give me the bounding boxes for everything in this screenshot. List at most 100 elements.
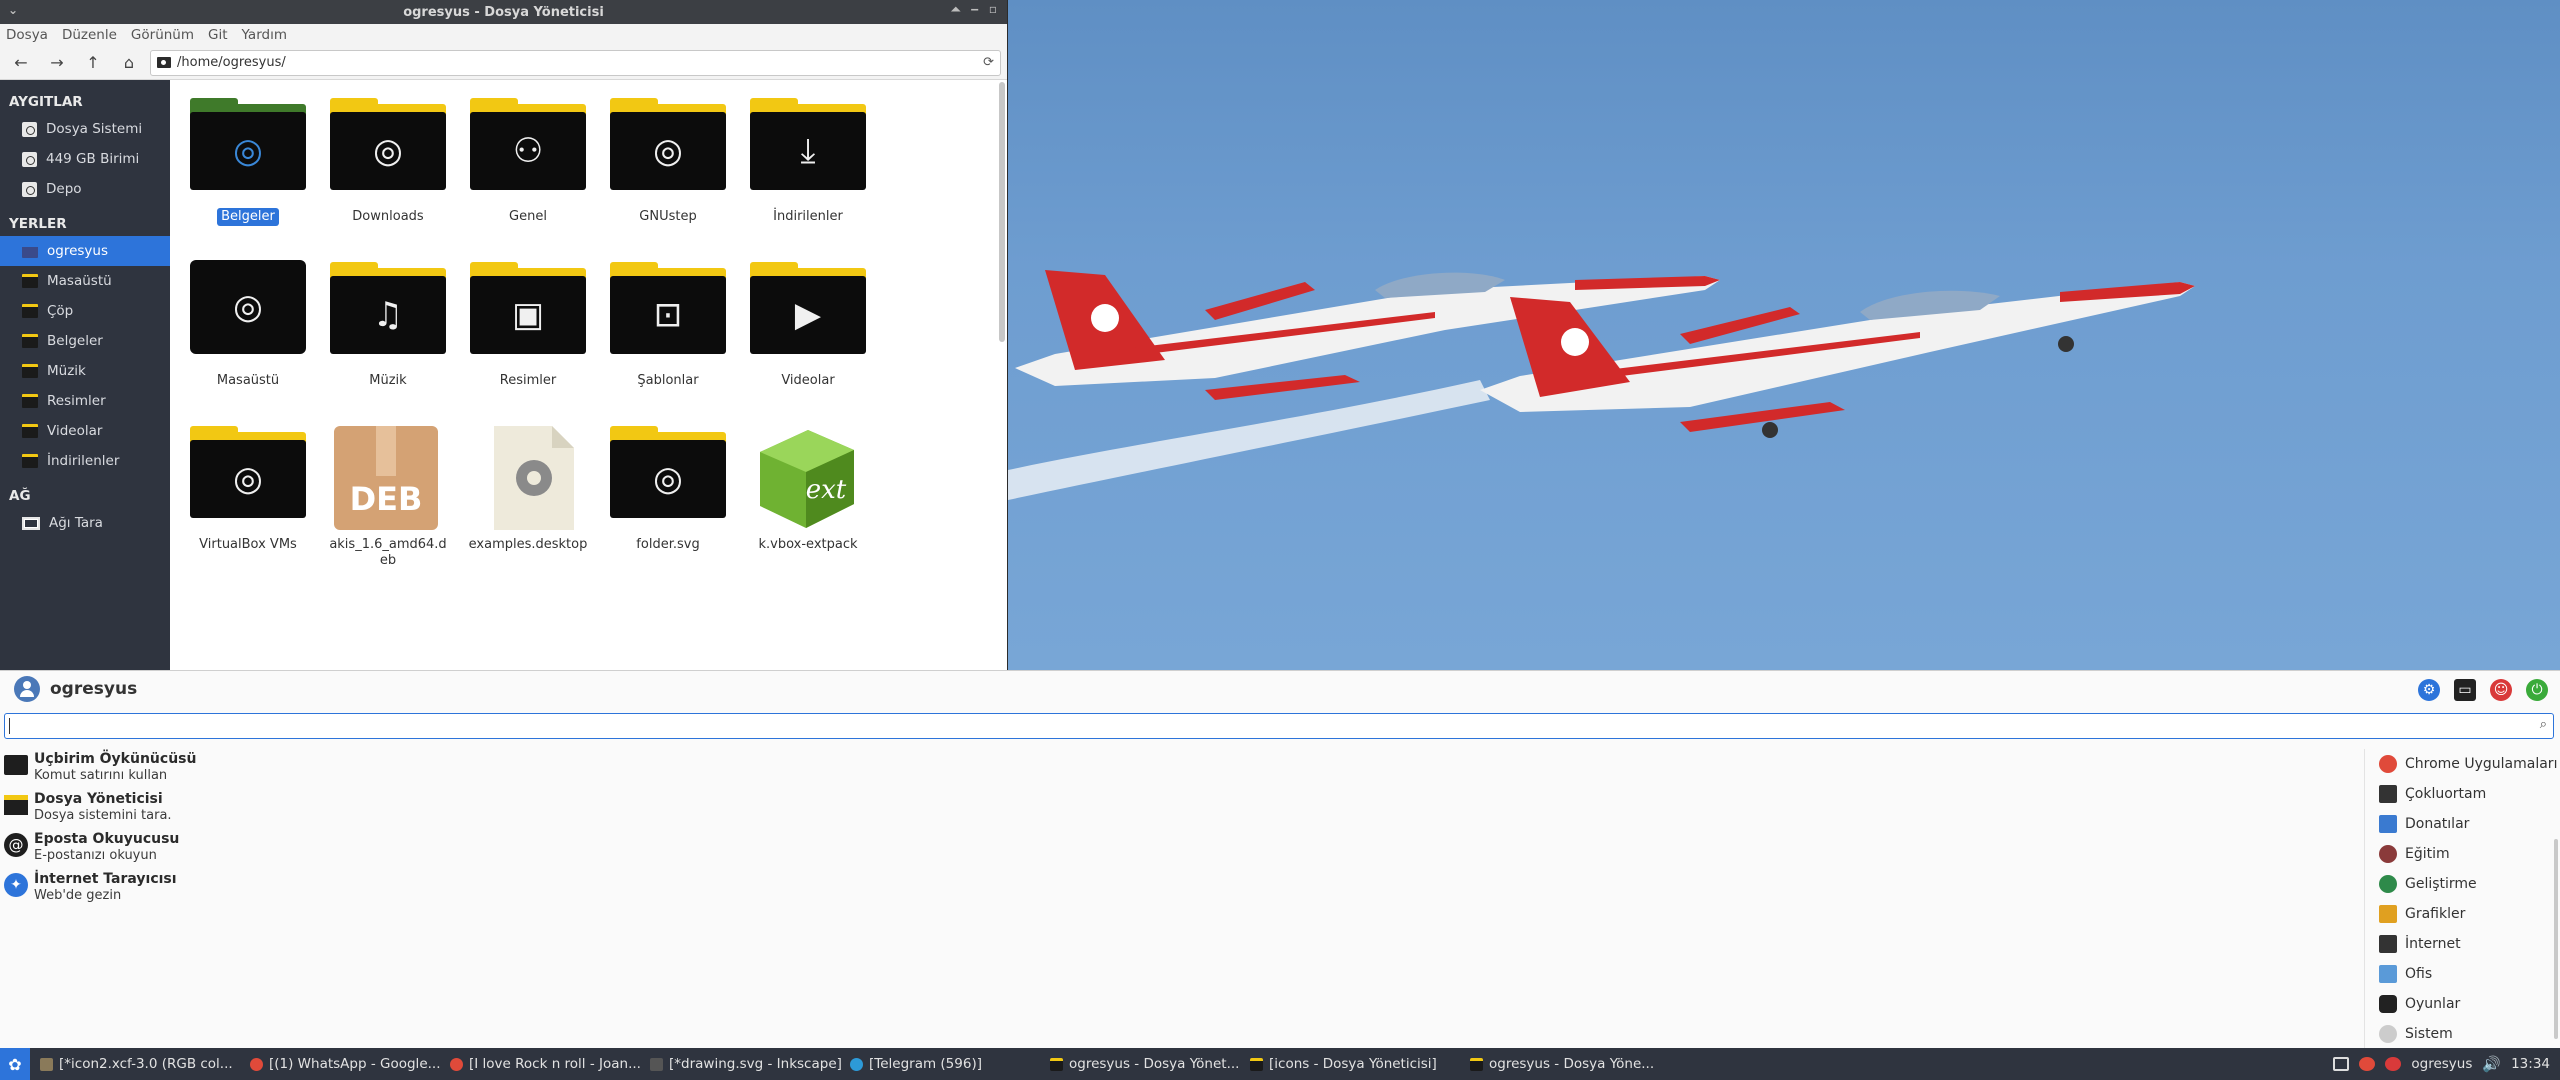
category-label: Geliştirme [2405, 876, 2477, 892]
file-item[interactable]: ⤓ İndirilenler [738, 94, 878, 252]
search-input[interactable]: ⌕ [4, 713, 2554, 739]
task-button[interactable]: [icons - Dosya Yöneticisi] [1240, 1048, 1460, 1080]
desktop-file-gear-icon [494, 426, 574, 530]
folder-desktop-icon: ◎ [190, 260, 306, 354]
category-multimedia[interactable]: Çokluortam [2365, 779, 2560, 809]
switch-user-icon[interactable]: ☺ [2490, 679, 2512, 701]
sidebar-item-downloads[interactable]: İndirilenler [0, 446, 170, 476]
sidebar-item-volume[interactable]: 449 GB Birimi [0, 144, 170, 174]
category-graphics[interactable]: Grafikler [2365, 899, 2560, 929]
window-shade-icon[interactable]: ⏶ [951, 2, 961, 17]
settings-gear-icon[interactable]: ⚙ [2418, 679, 2440, 701]
logout-power-icon[interactable]: ⏻ [2526, 679, 2548, 701]
file-item[interactable]: ◎ Belgeler [178, 94, 318, 252]
start-menu-button[interactable]: ✿ [0, 1048, 30, 1080]
category-games[interactable]: Oyunlar [2365, 989, 2560, 1019]
menu-username: ogresyus [50, 679, 138, 699]
category-chrome-apps[interactable]: Chrome Uygulamaları [2365, 749, 2560, 779]
category-internet[interactable]: İnternet [2365, 929, 2560, 959]
home-icon[interactable]: ⌂ [114, 50, 144, 76]
menu-view[interactable]: Görünüm [131, 27, 194, 43]
sidebar-item-browse-network[interactable]: Ağı Tara [0, 508, 170, 538]
window-maximize-button[interactable]: ▫ [989, 2, 997, 17]
display-icon[interactable] [2333, 1057, 2350, 1071]
file-item[interactable]: ◎ folder.svg [598, 422, 738, 580]
user-tray-icon[interactable] [2385, 1057, 2402, 1071]
sidebar-item-desktop[interactable]: Masaüstü [0, 266, 170, 296]
category-accessories[interactable]: Donatılar [2365, 809, 2560, 839]
file-item[interactable]: DEB akis_1.6_amd64.deb [318, 422, 458, 580]
sidebar-item-pictures[interactable]: Resimler [0, 386, 170, 416]
menu-header: ogresyus [0, 671, 2560, 707]
categories-scrollbar[interactable] [2554, 839, 2558, 1039]
clock[interactable]: 13:34 [2511, 1056, 2550, 1072]
window-titlebar[interactable]: ⌄ ogresyus - Dosya Yöneticisi ⏶ ‒ ▫ [0, 0, 1007, 24]
file-item[interactable]: ♫ Müzik [318, 258, 458, 416]
task-label: ogresyus - Dosya Yöne... [1489, 1056, 1655, 1072]
menu-go[interactable]: Git [208, 27, 228, 43]
task-button[interactable]: [I love Rock n roll - Joan... [440, 1048, 641, 1080]
task-button[interactable]: [(1) WhatsApp - Google... [240, 1048, 441, 1080]
back-arrow-icon[interactable]: ← [6, 50, 36, 76]
file-item[interactable]: ◎ Masaüstü [178, 258, 318, 416]
file-label: folder.svg [636, 537, 700, 552]
menu-help[interactable]: Yardım [242, 27, 287, 43]
file-item[interactable]: ext k.vbox-extpack [738, 422, 878, 580]
lock-screen-icon[interactable]: ▭ [2454, 679, 2476, 701]
forward-arrow-icon[interactable]: → [42, 50, 72, 76]
sidebar-item-label: Ağı Tara [49, 515, 103, 531]
file-item[interactable]: ⚇ Genel [458, 94, 598, 252]
sidebar-item-documents[interactable]: Belgeler [0, 326, 170, 356]
favorite-item-file-manager[interactable]: Dosya Yöneticisi Dosya sistemini tara. [4, 789, 604, 829]
deb-package-icon: DEB [334, 426, 438, 530]
task-button[interactable]: ogresyus - Dosya Yönet... [1040, 1048, 1240, 1080]
file-label: Masaüstü [216, 373, 280, 388]
task-button[interactable]: ogresyus - Dosya Yöne... [1460, 1048, 1660, 1080]
category-education[interactable]: Eğitim [2365, 839, 2560, 869]
sidebar-item-label: ogresyus [47, 243, 109, 259]
file-item[interactable]: ◎ VirtualBox VMs [178, 422, 318, 580]
file-item[interactable]: ◎ GNUstep [598, 94, 738, 252]
task-button[interactable]: [*icon2.xcf-3.0 (RGB col... [30, 1048, 240, 1080]
folder-downloads-icon: ◎ [330, 98, 446, 190]
favorite-item-browser[interactable]: ✦ İnternet Tarayıcısı Web'de gezin [4, 869, 604, 909]
file-item[interactable]: ⊡ Şablonlar [598, 258, 738, 416]
sidebar-item-music[interactable]: Müzik [0, 356, 170, 386]
window-menu-chevron-icon[interactable]: ⌄ [8, 3, 18, 17]
trash-icon [22, 304, 38, 318]
volume-icon[interactable]: 🔊 [2482, 1055, 2501, 1073]
favorite-item-terminal[interactable]: Uçbirim Öykünücüsü Komut satırını kullan [4, 749, 604, 789]
tray-username[interactable]: ogresyus [2411, 1056, 2472, 1072]
sidebar-item-home[interactable]: ogresyus [0, 236, 170, 266]
file-item[interactable]: ◎ Downloads [318, 94, 458, 252]
menu-edit[interactable]: Düzenle [62, 27, 117, 43]
file-view[interactable]: ◎ Belgeler ◎ Downloads ⚇ Genel ◎ GNUstep… [170, 80, 1007, 670]
sidebar-item-videos[interactable]: Videolar [0, 416, 170, 446]
chrome-tray-icon[interactable] [2359, 1057, 2376, 1071]
category-office[interactable]: Ofis [2365, 959, 2560, 989]
file-view-scrollbar[interactable] [999, 82, 1005, 342]
folder-videos-icon: ▶ [750, 262, 866, 354]
toolbar: ← → ↑ ⌂ /home/ogresyus/ ⟳ [0, 46, 1007, 80]
chrome-icon [450, 1057, 463, 1071]
menu-file[interactable]: Dosya [6, 27, 48, 43]
sidebar-item-depo[interactable]: Depo [0, 174, 170, 204]
favorite-item-mail[interactable]: @ Eposta Okuyucusu E-postanızı okuyun [4, 829, 604, 869]
favorite-title: İnternet Tarayıcısı [34, 871, 177, 887]
file-item[interactable]: ▶ Videolar [738, 258, 878, 416]
sidebar-item-trash[interactable]: Çöp [0, 296, 170, 326]
task-button[interactable]: [*drawing.svg - Inkscape] [640, 1048, 842, 1080]
location-bar[interactable]: /home/ogresyus/ ⟳ [150, 49, 1001, 76]
browser-icon: ✦ [4, 873, 28, 897]
task-button[interactable]: [Telegram (596)] [840, 1048, 1040, 1080]
window-minimize-button[interactable]: ‒ [971, 2, 979, 17]
category-development[interactable]: Geliştirme [2365, 869, 2560, 899]
file-item[interactable]: ▣ Resimler [458, 258, 598, 416]
category-label: Oyunlar [2405, 996, 2461, 1012]
category-system[interactable]: Sistem [2365, 1019, 2560, 1049]
reload-icon[interactable]: ⟳ [983, 55, 994, 70]
up-arrow-icon[interactable]: ↑ [78, 50, 108, 76]
sidebar-item-filesystem[interactable]: Dosya Sistemi [0, 114, 170, 144]
file-label: k.vbox-extpack [758, 537, 858, 552]
file-item[interactable]: examples.desktop [458, 422, 598, 580]
